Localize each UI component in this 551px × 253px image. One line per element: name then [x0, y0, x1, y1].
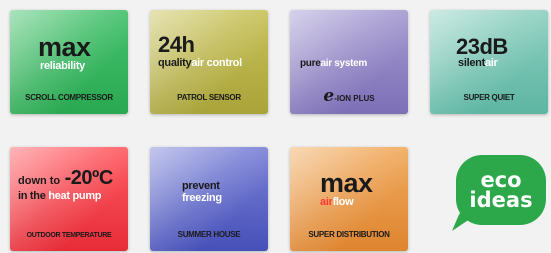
tile-caption: SUPER QUIET — [463, 93, 515, 102]
tile-subline: qualityair control — [158, 57, 242, 69]
eco-label: eco — [480, 168, 522, 192]
feature-tile-scroll-compressor: max reliability SCROLL COMPRESSOR — [10, 10, 128, 114]
feature-tile-super-quiet: 23dB silentair SUPER QUIET — [430, 10, 548, 114]
feature-tile-e-ion-plus: pureair system e-ION PLUS — [290, 10, 408, 114]
tile-subline: pureair system — [300, 58, 367, 69]
feature-tile-outdoor-temperature: down to -20ºC in the heat pump OUTDOOR T… — [10, 147, 128, 251]
feature-tile-summer-house: prevent freezing SUMMER HOUSE — [150, 147, 268, 251]
tile-headline: 24h — [158, 32, 195, 57]
tile-caption: OUTDOOR TEMPERATURE — [26, 232, 112, 239]
e-logo-icon: e — [323, 86, 335, 106]
tile-caption: SUPER DISTRIBUTION — [308, 230, 390, 239]
tile-caption: SCROLL COMPRESSOR — [25, 93, 113, 102]
tile-headline: prevent — [182, 180, 220, 192]
tile-caption: SUMMER HOUSE — [177, 230, 241, 239]
tile-subline: silentair — [458, 57, 498, 69]
e-ion-logo: e-ION PLUS — [323, 86, 375, 106]
tile-subline: in the heat pump — [18, 190, 102, 202]
tile-headline: max — [320, 168, 373, 198]
tile-subline: freezing — [182, 192, 222, 204]
tile-headline: down to -20ºC — [18, 167, 113, 189]
tile-headline: max — [38, 32, 91, 62]
eco-ideas-badge: eco ideas — [456, 155, 546, 225]
tile-caption: PATROL SENSOR — [177, 93, 241, 102]
tile-subline: reliability — [40, 60, 85, 72]
ideas-label: ideas — [469, 188, 533, 212]
tile-subline: airflow — [320, 196, 354, 208]
feature-tile-patrol-sensor: 24h qualityair control PATROL SENSOR — [150, 10, 268, 114]
feature-tile-super-distribution: max airflow SUPER DISTRIBUTION — [290, 147, 408, 251]
